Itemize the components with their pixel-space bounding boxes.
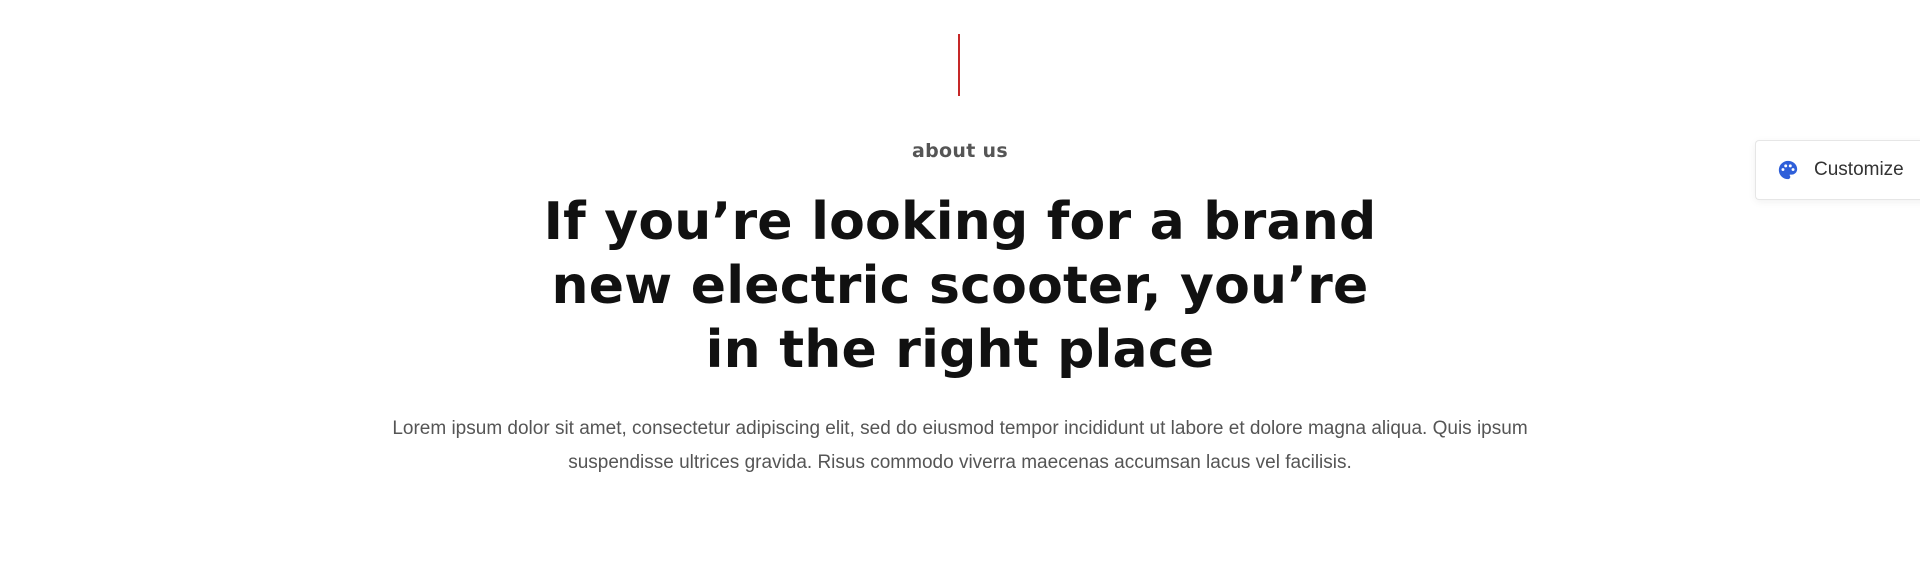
customize-button[interactable]: Customize [1755, 140, 1920, 200]
accent-divider-line [958, 34, 960, 96]
page: about us If you’re looking for a brand n… [0, 0, 1920, 566]
section-body-text: Lorem ipsum dolor sit amet, consectetur … [392, 418, 1528, 473]
section-eyebrow: about us [912, 140, 1008, 162]
section-headline: If you’re looking for a brand new electr… [543, 192, 1377, 380]
palette-icon [1776, 158, 1800, 182]
customize-label: Customize [1814, 159, 1904, 180]
